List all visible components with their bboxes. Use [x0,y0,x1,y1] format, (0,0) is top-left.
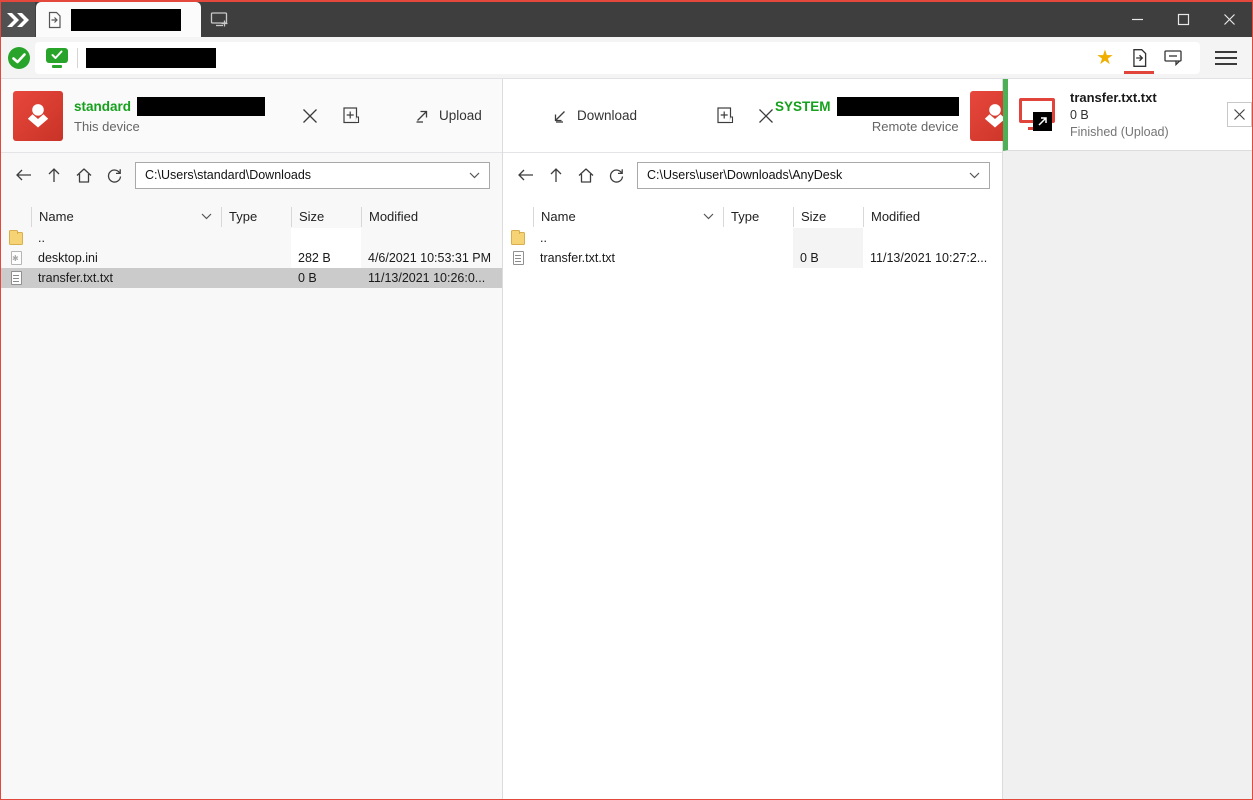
connection-status-icon [7,46,31,70]
home-icon[interactable] [69,160,99,190]
address-row: ★ [1,37,1252,79]
folder-icon [9,232,23,245]
table-row-parent-dir[interactable]: .. [1,228,502,248]
remote-monitor-upload-icon [1019,98,1059,132]
column-header-type[interactable]: Type [221,207,291,227]
text-file-icon [11,271,22,285]
transfer-list-empty-area [1003,151,1252,799]
column-header-type[interactable]: Type [723,207,793,227]
table-row-desktop-ini[interactable]: desktop.ini 282 B 4/6/2021 10:53:31 PM [1,248,502,268]
column-header-name[interactable]: Name [533,207,723,227]
favorite-star-icon[interactable]: ★ [1088,42,1122,74]
anydesk-logo-icon [1,2,35,37]
back-icon[interactable] [511,160,541,190]
new-folder-button[interactable] [715,105,735,126]
titlebar [1,2,1252,37]
remote-panel-header: Download SYSTEM [503,79,1002,153]
upload-label: Upload [439,108,482,123]
ini-file-icon [11,251,22,265]
column-header-size[interactable]: Size [291,207,361,227]
table-row-transfer-txt[interactable]: transfer.txt.txt 0 B 11/13/2021 10:26:0.… [1,268,502,288]
transfer-dismiss-button[interactable] [1227,102,1252,127]
local-device-sublabel: This device [74,119,265,134]
divider [77,48,78,68]
folder-icon [511,232,525,245]
local-file-table: Name Type Size Modified .. [1,205,502,288]
local-panel-header: standard This device [1,79,502,153]
chat-button[interactable] [1156,42,1190,74]
remote-path-combobox[interactable]: C:\Users\user\Downloads\AnyDesk [637,162,990,189]
column-header-modified[interactable]: Modified [863,207,1002,227]
new-session-tab-button[interactable] [201,2,239,37]
transfer-list-item[interactable]: transfer.txt.txt 0 B Finished (Upload) [1003,79,1252,151]
new-folder-button[interactable] [341,105,361,126]
remote-file-panel: Download SYSTEM [503,79,1003,799]
refresh-icon[interactable] [601,160,631,190]
transfer-status: Finished (Upload) [1070,125,1227,139]
titlebar-drag-area[interactable] [239,2,1114,37]
close-button[interactable] [1206,2,1252,37]
remote-device-name: SYSTEM [775,99,831,114]
maximize-button[interactable] [1160,2,1206,37]
deselect-button[interactable] [301,107,319,125]
column-header-size[interactable]: Size [793,207,863,227]
session-tab[interactable] [36,2,201,37]
remote-path-value: C:\Users\user\Downloads\AnyDesk [647,168,969,182]
table-row-parent-dir[interactable]: .. [503,228,1002,248]
address-bar[interactable]: ★ [35,42,1200,74]
back-icon[interactable] [9,160,39,190]
minimize-button[interactable] [1114,2,1160,37]
local-table-header: Name Type Size Modified [1,205,502,228]
remote-table-header: Name Type Size Modified [503,205,1002,228]
text-file-icon [513,251,524,265]
download-arrow-icon [551,107,569,125]
upload-arrow-icon [413,107,431,125]
file-transfer-tab-icon [46,11,63,29]
remote-desk-status-icon [45,47,69,69]
column-header-name[interactable]: Name [31,207,221,227]
menu-button[interactable] [1206,51,1246,65]
deselect-button[interactable] [757,107,775,125]
remote-nav-row: C:\Users\user\Downloads\AnyDesk [503,153,1002,197]
chevron-down-icon [469,172,480,179]
up-icon[interactable] [39,160,69,190]
remote-file-table: Name Type Size Modified .. [503,205,1002,268]
local-nav-row: C:\Users\standard\Downloads [1,153,502,197]
local-device-name: standard [74,99,131,114]
redacted-tab-title [71,9,181,31]
table-row-transfer-txt[interactable]: transfer.txt.txt 0 B 11/13/2021 10:27:2.… [503,248,1002,268]
refresh-icon[interactable] [99,160,129,190]
remote-device-sublabel: Remote device [872,119,959,134]
download-label: Download [577,108,637,123]
column-header-modified[interactable]: Modified [361,207,502,227]
sort-chevron-icon [703,213,714,220]
redacted-remote-address [86,48,216,68]
anydesk-window: ★ [0,0,1253,800]
transfer-size: 0 B [1070,108,1227,122]
local-device-logo-icon [13,91,63,141]
local-path-value: C:\Users\standard\Downloads [145,168,469,182]
chevron-down-icon [969,172,980,179]
up-icon[interactable] [541,160,571,190]
local-path-combobox[interactable]: C:\Users\standard\Downloads [135,162,490,189]
redacted-remote-device-id [837,97,959,116]
upload-button[interactable]: Upload [413,107,482,125]
file-transfer-view-button[interactable] [1122,42,1156,74]
local-file-panel: standard This device [1,79,503,799]
redacted-local-device-id [137,97,265,116]
sort-chevron-icon [201,213,212,220]
download-button[interactable]: Download [551,107,637,125]
transfer-sidebar: transfer.txt.txt 0 B Finished (Upload) [1003,79,1252,799]
home-icon[interactable] [571,160,601,190]
transfer-filename: transfer.txt.txt [1070,90,1227,105]
